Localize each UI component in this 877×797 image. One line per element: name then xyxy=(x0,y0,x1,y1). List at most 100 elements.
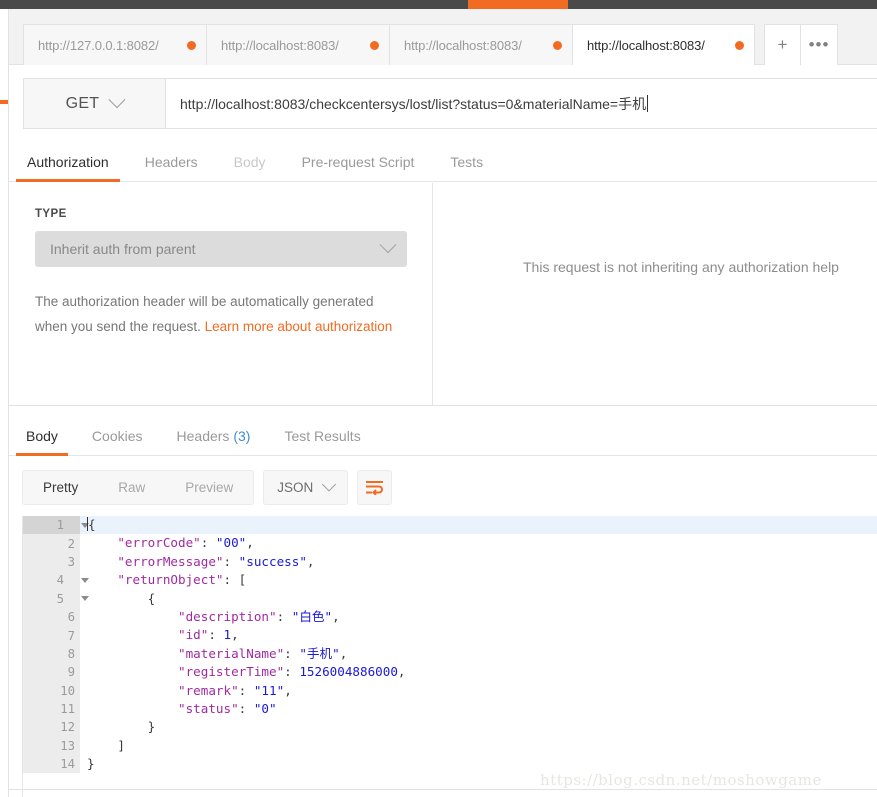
text-caret xyxy=(647,95,649,112)
editor-bottom-border xyxy=(9,789,877,790)
code-line-text: } xyxy=(87,719,156,735)
request-tab-4-title: http://localhost:8083/ xyxy=(587,37,705,53)
code-line: 3 "errorMessage": "success", xyxy=(23,552,877,572)
response-tab-body[interactable]: Body xyxy=(9,428,75,456)
line-number-gutter: 10 xyxy=(23,681,80,700)
line-number: 12 xyxy=(60,720,75,735)
response-tab-test-results[interactable]: Test Results xyxy=(267,428,377,455)
line-number: 7 xyxy=(67,628,75,643)
line-number: 10 xyxy=(60,683,75,698)
line-number: 14 xyxy=(60,757,75,772)
tab-options-button[interactable]: ••• xyxy=(801,24,838,65)
code-line: 2 "errorCode": "00", xyxy=(23,534,877,553)
code-line: 1{ xyxy=(23,516,877,535)
authorization-panel: TYPE Inherit auth from parent The author… xyxy=(9,183,877,405)
code-line-text: "errorCode": "00", xyxy=(117,535,254,551)
code-line-text: { xyxy=(87,517,96,532)
code-line-text: "id": 1, xyxy=(178,627,239,643)
line-number: 13 xyxy=(60,738,75,753)
response-body-editor[interactable]: 1{2 "errorCode": "00", 3 "errorMessage": … xyxy=(22,516,877,797)
http-method-label: GET xyxy=(65,94,100,112)
auth-inherit-message: This request is not inheriting any autho… xyxy=(523,259,839,275)
code-line: 6 "description": "白色", xyxy=(23,607,877,627)
code-line-text: "description": "白色", xyxy=(178,608,340,624)
response-format-label: JSON xyxy=(277,480,314,495)
code-line-text: ] xyxy=(87,737,125,753)
view-mode-preview[interactable]: Preview xyxy=(165,471,253,504)
request-url-input[interactable]: http://localhost:8083/checkcentersys/los… xyxy=(166,78,877,129)
line-number-gutter: 5 xyxy=(23,589,89,608)
plus-icon: + xyxy=(777,35,788,54)
line-number: 4 xyxy=(56,573,64,588)
unsaved-dot-icon[interactable] xyxy=(735,40,744,50)
http-method-select[interactable]: GET xyxy=(23,78,166,129)
auth-type-select[interactable]: Inherit auth from parent xyxy=(35,231,407,267)
sidebar-active-marker xyxy=(0,100,8,104)
line-number: 5 xyxy=(56,591,64,606)
request-tab-1-title: http://127.0.0.1:8082/ xyxy=(38,37,159,53)
line-number-gutter: 14 xyxy=(23,755,80,774)
line-number-gutter: 9 xyxy=(23,663,80,682)
code-line: 12 } xyxy=(23,718,877,737)
line-number-gutter: 7 xyxy=(23,626,80,645)
code-line: 13 ] xyxy=(23,736,877,756)
word-wrap-button[interactable] xyxy=(357,470,393,505)
response-tab-headers[interactable]: Headers (3) xyxy=(160,428,268,455)
response-body-toolbar: Pretty Raw Preview JSON xyxy=(22,470,393,505)
line-number-gutter: 2 xyxy=(23,534,80,553)
response-format-select[interactable]: JSON xyxy=(263,470,349,505)
unsaved-dot-icon[interactable] xyxy=(370,40,379,50)
code-line-text: "registerTime": 1526004886000, xyxy=(178,664,406,680)
new-tab-button[interactable]: + xyxy=(764,24,801,65)
request-url-value: http://localhost:8083/checkcentersys/los… xyxy=(180,95,647,112)
line-number: 6 xyxy=(67,610,75,625)
code-line-text: "errorMessage": "success", xyxy=(117,553,315,569)
response-tab-cookies[interactable]: Cookies xyxy=(75,428,160,455)
request-tab-3-title: http://localhost:8083/ xyxy=(404,37,522,53)
view-mode-pretty[interactable]: Pretty xyxy=(23,471,98,504)
code-line-text: "materialName": "手机", xyxy=(178,645,348,661)
request-tab-4[interactable]: http://localhost:8083/ xyxy=(572,24,755,65)
request-tab-3[interactable]: http://localhost:8083/ xyxy=(389,24,572,65)
unsaved-dot-icon[interactable] xyxy=(553,40,562,50)
line-number-gutter: 8 xyxy=(23,644,80,664)
request-tab-1[interactable]: http://127.0.0.1:8082/ xyxy=(23,24,206,65)
line-number-gutter: 4 xyxy=(23,571,89,590)
tab-body[interactable]: Body xyxy=(216,154,284,181)
view-mode-raw[interactable]: Raw xyxy=(98,471,165,504)
code-line-text: { xyxy=(87,590,156,606)
code-line: 10 "remark": "11", xyxy=(23,681,877,700)
unsaved-dot-icon[interactable] xyxy=(187,40,196,50)
left-sidebar-rail xyxy=(0,9,9,797)
request-tab-2-title: http://localhost:8083/ xyxy=(221,37,339,53)
line-number: 1 xyxy=(56,518,64,533)
line-number: 8 xyxy=(67,646,75,661)
chevron-down-icon xyxy=(322,476,337,492)
word-wrap-icon xyxy=(366,481,384,495)
code-line: 9 "registerTime": 1526004886000, xyxy=(23,663,877,682)
code-line: 8 "materialName": "手机", xyxy=(23,644,877,664)
request-tab-2[interactable]: http://localhost:8083/ xyxy=(206,24,389,65)
headers-count-badge: (3) xyxy=(233,428,251,444)
response-divider xyxy=(9,405,877,406)
line-number-gutter: 1 xyxy=(23,516,89,535)
ellipsis-icon: ••• xyxy=(808,35,830,54)
tab-authorization[interactable]: Authorization xyxy=(9,154,127,182)
chevron-down-icon xyxy=(108,90,126,108)
line-number-gutter: 3 xyxy=(23,552,80,572)
tab-pre-request-script[interactable]: Pre-request Script xyxy=(284,154,433,181)
watermark-text: https://blog.csdn.net/moshowgame xyxy=(540,771,822,789)
authorization-left-column: TYPE Inherit auth from parent The author… xyxy=(9,183,433,405)
request-section-tabs: Authorization Headers Body Pre-request S… xyxy=(9,140,877,182)
line-number-gutter: 6 xyxy=(23,607,80,627)
response-body-code: 1{2 "errorCode": "00", 3 "errorMessage": … xyxy=(23,516,877,774)
auth-type-value: Inherit auth from parent xyxy=(50,241,196,257)
auth-help-text: The authorization header will be automat… xyxy=(35,289,395,339)
tab-tests[interactable]: Tests xyxy=(432,154,501,181)
request-tabs-row: http://127.0.0.1:8082/ http://localhost:… xyxy=(23,24,838,65)
tab-headers[interactable]: Headers xyxy=(127,154,216,181)
auth-learn-more-link[interactable]: Learn more about authorization xyxy=(205,319,393,334)
titlebar-active-indicator xyxy=(468,0,568,9)
line-number: 11 xyxy=(60,702,75,717)
authorization-right-column: This request is not inheriting any autho… xyxy=(433,183,877,405)
